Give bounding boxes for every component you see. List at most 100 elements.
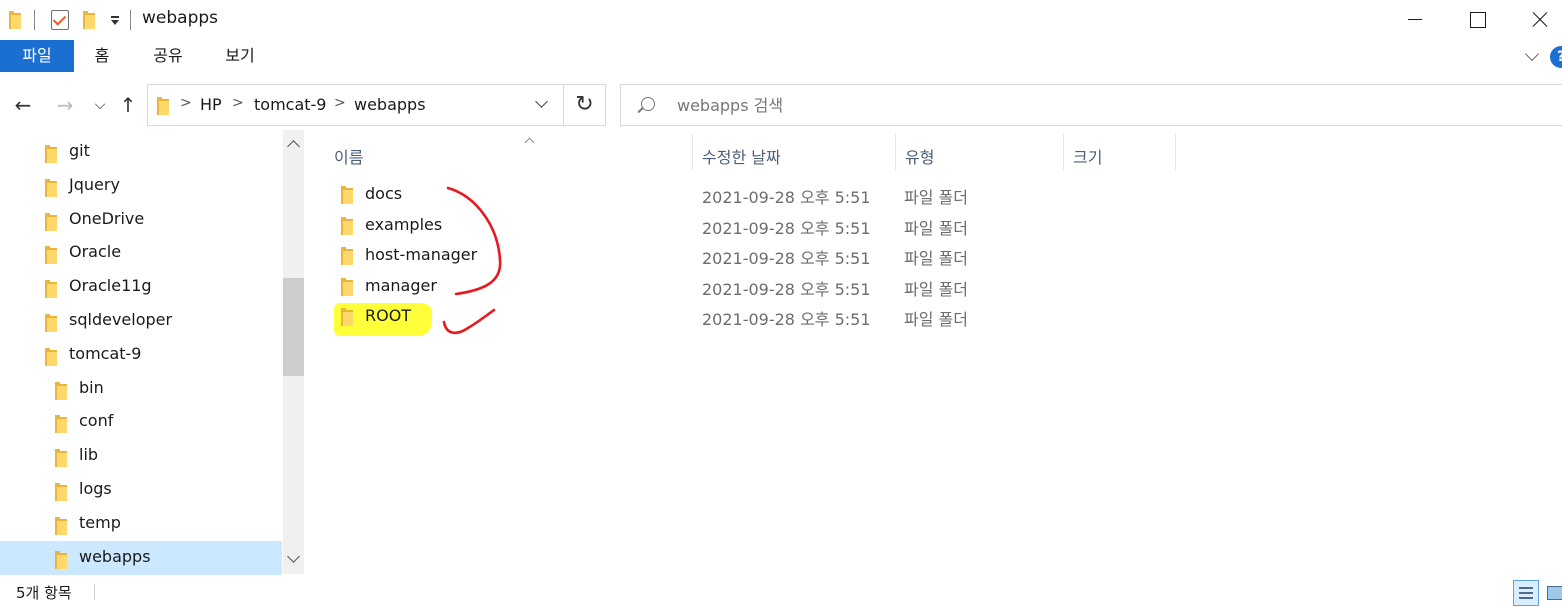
folder-icon — [340, 277, 354, 296]
file-row[interactable]: manager 2021-09-28 오후 5:51 파일 폴더 — [334, 272, 1194, 302]
sort-ascending-icon — [524, 136, 534, 146]
status-separator — [94, 584, 95, 600]
file-name: examples — [365, 214, 443, 234]
file-type: 파일 폴더 — [904, 249, 968, 268]
tree-item-label: sqldeveloper — [69, 310, 173, 329]
folder-icon — [340, 307, 354, 326]
file-type: 파일 폴더 — [904, 310, 968, 329]
breadcrumb-item[interactable]: HP — [200, 95, 222, 114]
tree-item-label: Jquery — [69, 174, 120, 194]
folder-icon — [340, 185, 354, 204]
scroll-thumb[interactable] — [283, 278, 304, 376]
breadcrumb-chevron-icon[interactable]: > — [334, 95, 346, 111]
file-name: ROOT — [365, 306, 412, 325]
details-view-button[interactable] — [1513, 580, 1539, 606]
item-count: 5개 항목 — [16, 584, 72, 602]
back-arrow-icon[interactable]: ← — [10, 90, 36, 120]
scroll-up-icon[interactable] — [283, 134, 304, 158]
tree-item[interactable]: OneDrive — [0, 203, 282, 237]
tab-view[interactable]: 보기 — [212, 40, 268, 72]
tree-item[interactable]: logs — [0, 473, 282, 507]
large-icons-view-button[interactable] — [1544, 580, 1562, 606]
tree-item[interactable]: bin — [0, 372, 282, 406]
tree-item-label: lib — [79, 445, 99, 465]
properties-check-icon[interactable] — [51, 10, 69, 30]
toolbar-separator — [130, 10, 131, 30]
tab-share[interactable]: 공유 — [140, 40, 196, 72]
column-header-size[interactable]: 크기 — [1063, 134, 1175, 174]
file-name: manager — [365, 275, 437, 295]
tree-item[interactable]: sqldeveloper — [0, 304, 282, 338]
file-row[interactable]: examples 2021-09-28 오후 5:51 파일 폴더 — [334, 211, 1194, 241]
tree-item-label: conf — [79, 411, 114, 431]
column-label: 이름 — [334, 148, 364, 167]
folder-icon — [54, 381, 68, 400]
file-type: 파일 폴더 — [904, 188, 968, 207]
search-input[interactable] — [677, 94, 1177, 116]
tree-item[interactable]: git — [0, 135, 282, 169]
status-bar: 5개 항목 — [0, 576, 1562, 607]
tab-home[interactable]: 홈 — [80, 40, 124, 72]
customize-toolbar-icon[interactable] — [110, 10, 120, 30]
tree-item-label: git — [69, 141, 90, 160]
breadcrumb-chevron-icon[interactable]: > — [232, 95, 244, 111]
column-header-date[interactable]: 수정한 날짜 — [692, 134, 895, 174]
folder-icon — [44, 144, 58, 163]
file-name: host-manager — [365, 245, 478, 264]
tree-item[interactable]: Oracle11g — [0, 270, 282, 304]
tree-item[interactable]: tomcat-9 — [0, 338, 282, 372]
folder-icon — [44, 347, 58, 366]
file-row[interactable]: docs 2021-09-28 오후 5:51 파일 폴더 — [334, 180, 1194, 210]
tree-item[interactable]: temp — [0, 507, 282, 541]
file-row[interactable]: ROOT 2021-09-28 오후 5:51 파일 폴더 — [334, 302, 1194, 332]
folder-icon — [340, 216, 354, 235]
tree-item-label: bin — [79, 377, 104, 397]
new-folder-icon[interactable] — [82, 10, 96, 29]
file-list: 이름 수정한 날짜 유형 크기 docs 2021-09-28 오후 5:51 파일… — [306, 130, 1562, 574]
breadcrumb-item[interactable]: webapps — [354, 95, 426, 114]
search-icon — [641, 97, 655, 111]
chevron-down-icon[interactable] — [535, 97, 549, 111]
chevron-down-icon[interactable] — [1526, 51, 1538, 63]
column-header-name[interactable]: 이름 — [326, 134, 692, 174]
file-modified: 2021-09-28 오후 5:51 — [702, 188, 871, 207]
recent-locations-chevron-icon[interactable]: ⌵ — [90, 90, 110, 120]
scroll-down-icon[interactable] — [283, 550, 304, 574]
minimize-icon[interactable] — [1386, 0, 1442, 40]
tree-item-label: logs — [79, 479, 112, 498]
tree-item-label: webapps — [79, 546, 151, 566]
tree-item[interactable]: webapps — [0, 540, 282, 575]
refresh-button[interactable]: ↻ — [564, 84, 606, 126]
tab-file[interactable]: 파일 — [0, 40, 74, 72]
window-title: webapps — [142, 8, 219, 28]
tree-item[interactable]: conf — [0, 405, 282, 439]
navigation-pane: git Jquery OneDrive Oracle Oracle11g sqldevel… — [0, 130, 306, 575]
folder-icon — [44, 212, 58, 231]
tree-item-label: OneDrive — [69, 208, 145, 228]
column-divider[interactable] — [1175, 134, 1176, 170]
breadcrumb-chevron-icon[interactable]: > — [180, 95, 192, 111]
address-bar[interactable]: > HP > tomcat-9 > webapps — [147, 84, 564, 126]
tree-item-label: Oracle — [69, 242, 122, 262]
scrollbar[interactable] — [283, 130, 304, 574]
maximize-icon[interactable] — [1448, 0, 1504, 40]
tree-item[interactable]: lib — [0, 439, 282, 473]
file-modified: 2021-09-28 오후 5:51 — [702, 218, 871, 238]
close-icon[interactable] — [1510, 0, 1562, 40]
folder-icon — [156, 96, 170, 115]
file-type: 파일 폴더 — [904, 218, 968, 238]
file-modified: 2021-09-28 오후 5:51 — [702, 310, 871, 329]
file-row[interactable]: host-manager 2021-09-28 오후 5:51 파일 폴더 — [334, 241, 1194, 271]
search-box[interactable] — [620, 84, 1562, 126]
file-modified: 2021-09-28 오후 5:51 — [702, 279, 871, 299]
breadcrumb-item[interactable]: tomcat-9 — [254, 95, 326, 114]
folder-icon — [54, 414, 68, 434]
folder-icon — [8, 10, 22, 29]
column-label: 수정한 날짜 — [702, 148, 781, 167]
up-arrow-icon[interactable]: ↑ — [116, 90, 140, 120]
tree-item[interactable]: Oracle — [0, 236, 282, 270]
column-header-type[interactable]: 유형 — [895, 134, 1063, 174]
tree-item[interactable]: Jquery — [0, 169, 282, 203]
toolbar-separator — [34, 10, 35, 30]
forward-arrow-icon[interactable]: → — [52, 90, 78, 120]
